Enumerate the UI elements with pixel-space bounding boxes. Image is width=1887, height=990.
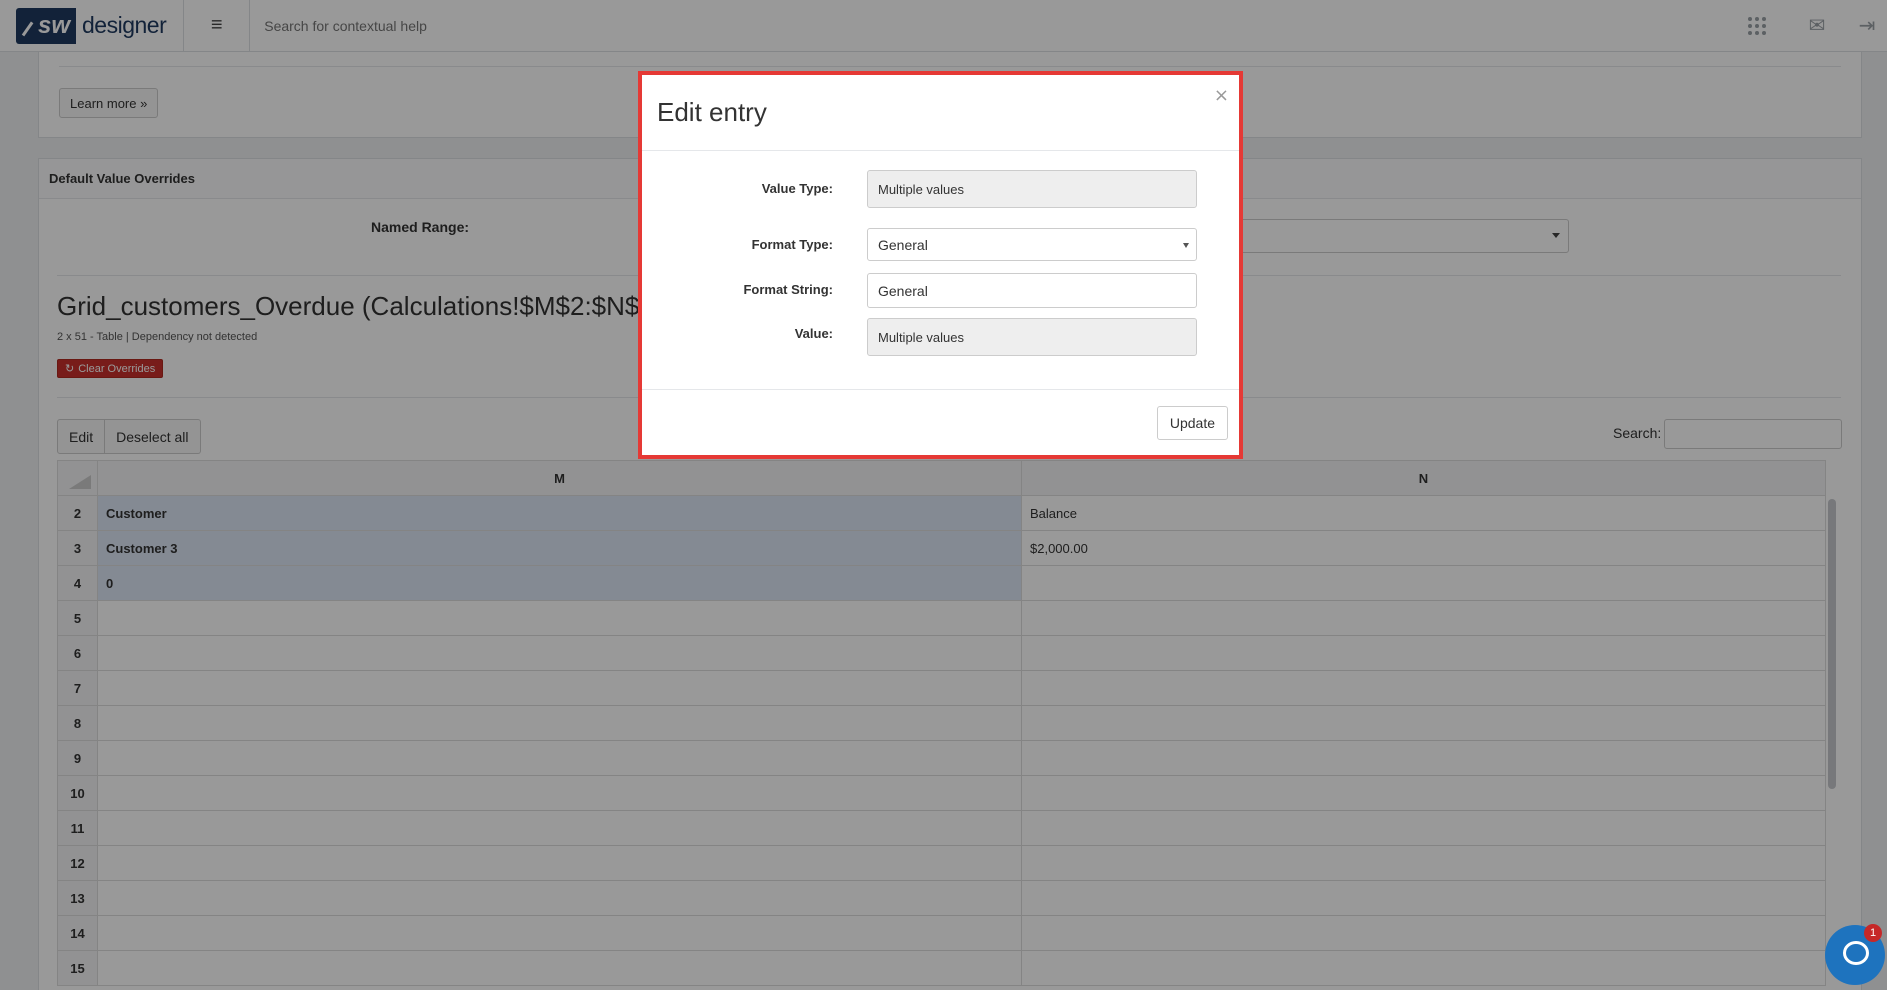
chat-notification-badge: 1 — [1864, 924, 1882, 942]
format-string-input[interactable] — [867, 273, 1197, 308]
format-type-label: Format Type: — [751, 237, 833, 252]
format-type-selected: General — [878, 236, 928, 253]
chevron-down-icon — [1183, 243, 1189, 248]
close-icon[interactable]: × — [1214, 85, 1229, 106]
value-type-field: Multiple values — [867, 170, 1197, 208]
format-type-select[interactable]: General — [867, 228, 1197, 261]
value-field: Multiple values — [867, 318, 1197, 356]
update-button[interactable]: Update — [1156, 406, 1228, 440]
value-type-label: Value Type: — [761, 181, 833, 196]
chat-icon — [1843, 941, 1869, 965]
modal-footer: Update — [642, 389, 1239, 455]
modal-header: Edit entry × — [642, 75, 1239, 151]
modal-title: Edit entry — [657, 97, 767, 127]
value-label: Value: — [794, 326, 833, 341]
format-string-label: Format String: — [743, 282, 833, 297]
edit-entry-modal: Edit entry × Value Type: Multiple values… — [638, 71, 1243, 459]
